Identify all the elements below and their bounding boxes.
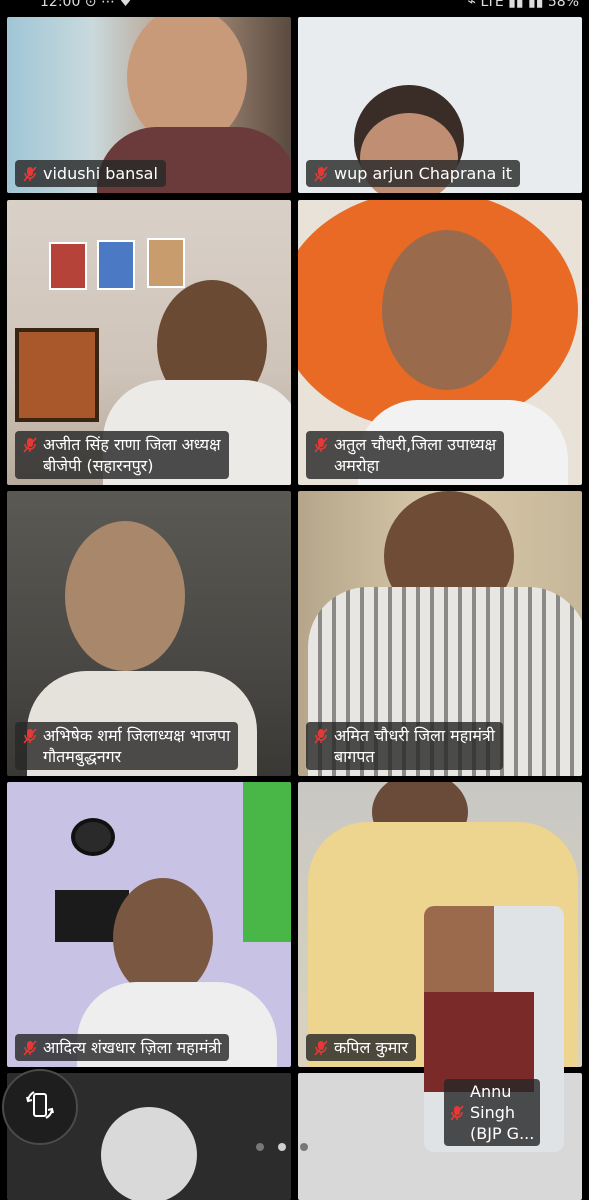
participant-name: अभिषेक शर्मा जिलाध्यक्ष भाजपा गौतमबुद्धन… [43, 726, 231, 766]
screen-rotate-icon [23, 1088, 57, 1126]
page-indicator[interactable] [256, 1143, 308, 1151]
video-tile[interactable]: vidushi bansal [7, 17, 291, 193]
participant-label: कपिल कुमार [306, 1034, 416, 1061]
capture-button[interactable] [101, 1107, 197, 1200]
video-tile[interactable]: wup arjun Chaprana it [298, 17, 582, 193]
mic-muted-icon [314, 437, 328, 453]
video-tile[interactable]: अमित चौधरी जिला महामंत्री बागपत [298, 491, 582, 776]
participant-label: अतुल चौधरी,जिला उपाध्यक्ष अमरोहा [306, 431, 505, 479]
participant-name: vidushi bansal [43, 164, 158, 183]
participant-label: आदित्य शंखधार ज़िला महामंत्री [15, 1034, 230, 1061]
participant-name: अमित चौधरी जिला महामंत्री बागपत [334, 726, 495, 766]
participant-name: अतुल चौधरी,जिला उपाध्यक्ष अमरोहा [334, 435, 497, 475]
mic-muted-icon [450, 1105, 464, 1121]
status-left: 12:00 ⊙ ⋯ ♥ [40, 0, 132, 10]
page-dot-active[interactable] [278, 1143, 286, 1151]
participant-name: अजीत सिंह राणा जिला अध्यक्ष बीजेपी (सहार… [43, 435, 221, 475]
participant-label: अमित चौधरी जिला महामंत्री बागपत [306, 722, 503, 770]
mic-muted-icon [314, 1040, 328, 1056]
self-view-label: Annu Singh (BJP G... [444, 1079, 541, 1146]
video-tile[interactable]: आदित्य शंखधार ज़िला महामंत्री [7, 782, 291, 1067]
self-view-pip[interactable]: Annu Singh (BJP G... [424, 906, 564, 1152]
rotate-button[interactable] [2, 1069, 78, 1145]
mic-muted-icon [23, 728, 37, 744]
page-dot[interactable] [300, 1143, 308, 1151]
participant-label: अभिषेक शर्मा जिलाध्यक्ष भाजपा गौतमबुद्धन… [15, 722, 239, 770]
participant-name: कपिल कुमार [334, 1038, 408, 1057]
page-dot[interactable] [256, 1143, 264, 1151]
mic-muted-icon [23, 437, 37, 453]
status-bar: 12:00 ⊙ ⋯ ♥ ⌁ LTE ▮▮ ▮▮ 58% [0, 0, 589, 14]
video-tile[interactable]: अभिषेक शर्मा जिलाध्यक्ष भाजपा गौतमबुद्धन… [7, 491, 291, 776]
participant-label: अजीत सिंह राणा जिला अध्यक्ष बीजेपी (सहार… [15, 431, 229, 479]
mic-muted-icon [314, 166, 328, 182]
video-tile[interactable]: अजीत सिंह राणा जिला अध्यक्ष बीजेपी (सहार… [7, 200, 291, 485]
participant-label: vidushi bansal [15, 160, 166, 187]
mic-muted-icon [23, 166, 37, 182]
mic-muted-icon [23, 1040, 37, 1056]
video-tile[interactable]: अतुल चौधरी,जिला उपाध्यक्ष अमरोहा [298, 200, 582, 485]
participant-label: wup arjun Chaprana it [306, 160, 521, 187]
participant-name: wup arjun Chaprana it [334, 164, 513, 183]
self-view-name: Annu Singh (BJP G... [470, 1082, 535, 1143]
participant-name: आदित्य शंखधार ज़िला महामंत्री [43, 1038, 222, 1057]
mic-muted-icon [314, 728, 328, 744]
status-right: ⌁ LTE ▮▮ ▮▮ 58% [467, 0, 579, 10]
